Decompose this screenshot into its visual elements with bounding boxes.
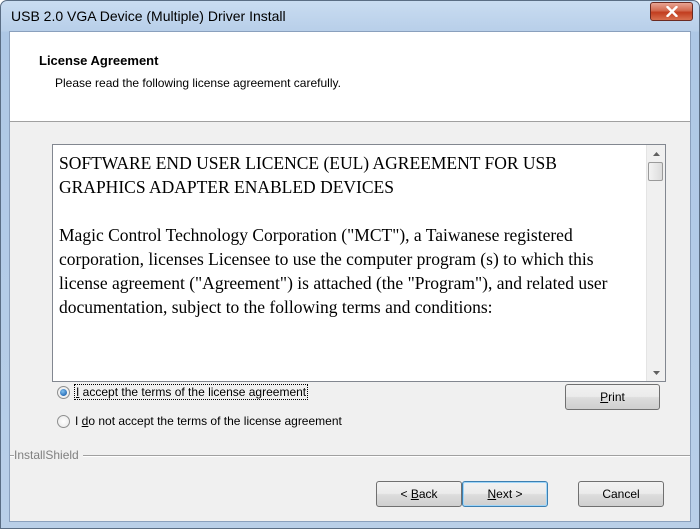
print-button[interactable]: Print (565, 384, 660, 410)
decline-option[interactable]: I do not accept the terms of the license… (57, 414, 342, 428)
footer-divider (10, 455, 690, 457)
scroll-up-button[interactable] (647, 145, 665, 162)
license-heading: SOFTWARE END USER LICENCE (EUL) AGREEMEN… (59, 153, 557, 197)
window-title: USB 2.0 VGA Device (Multiple) Driver Ins… (11, 8, 286, 24)
accept-option[interactable]: I accept the terms of the license agreem… (57, 384, 309, 400)
accept-radio[interactable] (57, 385, 70, 399)
scroll-thumb[interactable] (648, 162, 663, 181)
dialog-client-area: License Agreement Please read the follow… (9, 31, 691, 522)
installshield-label: InstallShield (14, 448, 83, 462)
next-button[interactable]: Next > (462, 481, 548, 507)
accept-label[interactable]: I accept the terms of the license agreem… (73, 384, 309, 400)
close-icon (665, 6, 678, 17)
back-button[interactable]: < Back (376, 481, 462, 507)
license-scrollbar[interactable] (646, 145, 665, 381)
page-subtitle: Please read the following license agreem… (55, 76, 341, 90)
cancel-button[interactable]: Cancel (578, 481, 664, 507)
decline-label[interactable]: I do not accept the terms of the license… (75, 414, 342, 428)
license-text: SOFTWARE END USER LICENCE (EUL) AGREEMEN… (53, 145, 646, 381)
dialog-header: License Agreement Please read the follow… (10, 32, 690, 122)
license-text-box[interactable]: SOFTWARE END USER LICENCE (EUL) AGREEMEN… (52, 144, 666, 382)
scroll-down-icon (652, 370, 660, 375)
installer-window: USB 2.0 VGA Device (Multiple) Driver Ins… (0, 0, 700, 529)
page-title: License Agreement (39, 53, 159, 68)
decline-radio[interactable] (57, 414, 70, 428)
scroll-up-icon (652, 151, 660, 156)
scroll-down-button[interactable] (647, 364, 665, 381)
close-button[interactable] (650, 2, 693, 21)
title-bar[interactable]: USB 2.0 VGA Device (Multiple) Driver Ins… (1, 1, 699, 31)
license-body: Magic Control Technology Corporation ("M… (59, 225, 608, 317)
